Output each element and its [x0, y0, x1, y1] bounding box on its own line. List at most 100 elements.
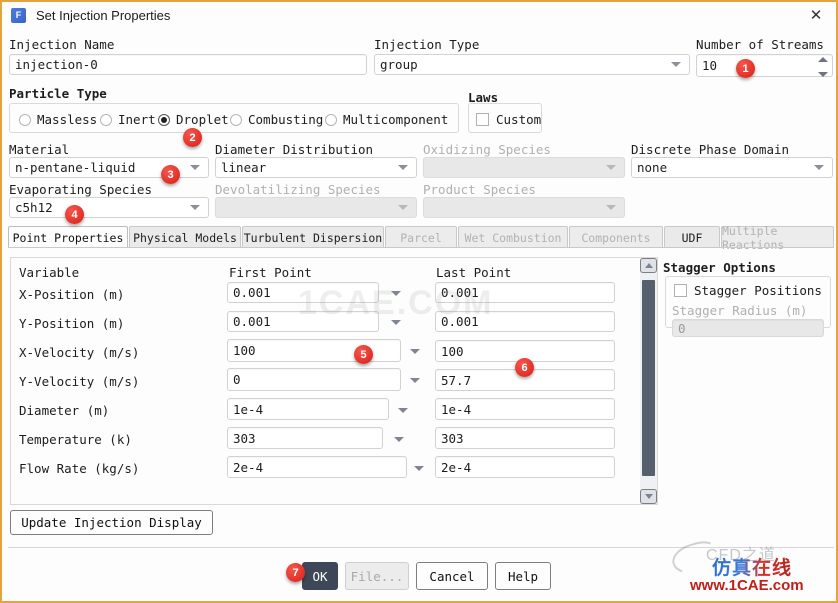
ok-button[interactable]: OK [302, 562, 338, 590]
annotation-badge-4: 4 [65, 205, 84, 224]
row-label-x-velocity: X-Velocity (m/s) [19, 345, 140, 360]
number-of-streams-input[interactable]: 10 [696, 54, 833, 77]
first-point-x-velocity[interactable]: 100 [227, 339, 401, 362]
first-point-y-velocity[interactable]: 0 [227, 368, 401, 391]
row-label-temperature: Temperature (k) [19, 432, 132, 447]
radio-label-multicomponent: Multicomponent [343, 112, 449, 127]
first-point-x-position-dropdown-icon[interactable] [389, 286, 403, 300]
stagger-radius-input: 0 [672, 319, 824, 337]
tab-udf[interactable]: UDF [664, 226, 720, 248]
first-point-y-position-dropdown-icon[interactable] [389, 315, 403, 329]
tab-underline [8, 247, 834, 248]
evaporating-species-select[interactable]: c5h12 [9, 197, 209, 218]
injection-type-label: Injection Type [374, 37, 480, 52]
number-of-streams-value: 10 [702, 58, 718, 73]
radio-indicator-selected-icon [158, 113, 170, 126]
evaporating-species-label: Evaporating Species [9, 182, 152, 197]
custom-law-label: Custom [496, 112, 542, 127]
stepper-arrows-icon[interactable] [816, 57, 829, 77]
title-bar: F Set Injection Properties [2, 2, 836, 28]
evaporating-species-value: c5h12 [15, 200, 53, 215]
stagger-positions-checkbox[interactable]: Stagger Positions [674, 283, 822, 298]
first-point-x-velocity-dropdown-icon[interactable] [408, 344, 422, 358]
radio-label-combusting: Combusting [248, 112, 324, 127]
devolatilizing-species-label: Devolatilizing Species [215, 182, 381, 197]
tab-physical-models[interactable]: Physical Models [129, 226, 241, 248]
first-point-flow-rate-dropdown-icon[interactable] [412, 461, 426, 475]
column-header-last-point: Last Point [436, 265, 512, 280]
update-injection-display-button[interactable]: Update Injection Display [10, 510, 213, 535]
column-header-first-point: First Point [229, 265, 312, 280]
diameter-distribution-label: Diameter Distribution [215, 142, 374, 157]
first-point-y-velocity-dropdown-icon[interactable] [408, 373, 422, 387]
first-point-diameter-dropdown-icon[interactable] [396, 403, 410, 417]
tab-parcel[interactable]: Parcel [385, 226, 457, 248]
injection-type-value: group [380, 57, 418, 72]
set-injection-properties-dialog: F Set Injection Properties ✕ Injection N… [0, 0, 838, 603]
tab-point-properties[interactable]: Point Properties [8, 226, 128, 248]
help-button[interactable]: Help [495, 562, 551, 590]
fluent-app-icon: F [11, 7, 26, 23]
discrete-phase-domain-select[interactable]: none [631, 157, 833, 178]
row-label-y-position: Y-Position (m) [19, 316, 125, 331]
tab-turbulent-dispersion[interactable]: Turbulent Dispersion [242, 226, 384, 248]
file-button[interactable]: File... [345, 562, 409, 590]
injection-type-select[interactable]: group [374, 54, 690, 75]
diameter-distribution-select[interactable]: linear [215, 157, 417, 178]
injection-name-label: Injection Name [9, 37, 115, 52]
oxidizing-species-select [423, 157, 625, 178]
first-point-diameter[interactable]: 1e-4 [227, 398, 389, 420]
chevron-down-icon [606, 205, 616, 210]
close-icon[interactable]: ✕ [796, 2, 836, 28]
first-point-temperature[interactable]: 303 [227, 427, 383, 449]
tab-multiple-reactions[interactable]: Multiple Reactions [721, 224, 834, 252]
annotation-badge-1: 1 [736, 59, 755, 78]
first-point-x-position[interactable]: 0.001 [227, 282, 379, 303]
cancel-button[interactable]: Cancel [416, 562, 488, 590]
chevron-down-icon [671, 62, 681, 67]
footer-divider [8, 547, 834, 548]
row-label-diameter: Diameter (m) [19, 403, 110, 418]
chevron-down-icon [606, 165, 616, 170]
chevron-down-icon [190, 205, 200, 210]
radio-inert[interactable]: Inert [100, 112, 156, 127]
radio-massless[interactable]: Massless [19, 112, 97, 127]
chevron-down-icon [398, 205, 408, 210]
radio-multicomponent[interactable]: Multicomponent [325, 112, 448, 127]
scroll-up-icon[interactable] [640, 258, 657, 273]
chevron-down-icon [398, 165, 408, 170]
particle-type-label: Particle Type [9, 86, 107, 101]
point-table-scrollbar[interactable] [640, 258, 657, 504]
material-label: Material [9, 142, 70, 157]
point-properties-panel: Variable First Point Last Point X-Positi… [10, 257, 658, 505]
column-header-variable: Variable [19, 265, 80, 280]
watermark-url-text: www.1CAE.com [690, 577, 804, 594]
oxidizing-species-label: Oxidizing Species [423, 142, 551, 157]
first-point-flow-rate[interactable]: 2e-4 [227, 456, 407, 478]
last-point-y-position[interactable]: 0.001 [435, 311, 615, 332]
radio-combusting[interactable]: Combusting [230, 112, 323, 127]
last-point-temperature[interactable]: 303 [435, 427, 615, 449]
radio-droplet[interactable]: Droplet [158, 112, 229, 127]
last-point-flow-rate[interactable]: 2e-4 [435, 456, 615, 478]
stagger-radius-label: Stagger Radius (m) [672, 303, 808, 318]
first-point-temperature-dropdown-icon[interactable] [392, 432, 406, 446]
product-species-select [423, 197, 625, 218]
last-point-x-position[interactable]: 0.001 [435, 282, 615, 303]
diameter-distribution-value: linear [221, 160, 267, 175]
checkbox-icon [674, 284, 687, 297]
scrollbar-thumb[interactable] [642, 280, 655, 476]
discrete-phase-domain-label: Discrete Phase Domain [631, 142, 790, 157]
last-point-diameter[interactable]: 1e-4 [435, 398, 615, 420]
radio-indicator-icon [325, 113, 337, 126]
scroll-down-icon[interactable] [640, 489, 657, 504]
tab-wet-combustion[interactable]: Wet Combustion [458, 226, 568, 248]
custom-law-checkbox[interactable]: Custom [476, 112, 541, 127]
radio-label-inert: Inert [118, 112, 156, 127]
tab-components[interactable]: Components [569, 226, 663, 248]
injection-name-input[interactable]: injection-0 [9, 54, 367, 75]
stagger-positions-label: Stagger Positions [694, 283, 822, 298]
annotation-badge-3: 3 [161, 165, 180, 184]
first-point-y-position[interactable]: 0.001 [227, 311, 379, 332]
row-label-flow-rate: Flow Rate (kg/s) [19, 461, 140, 476]
